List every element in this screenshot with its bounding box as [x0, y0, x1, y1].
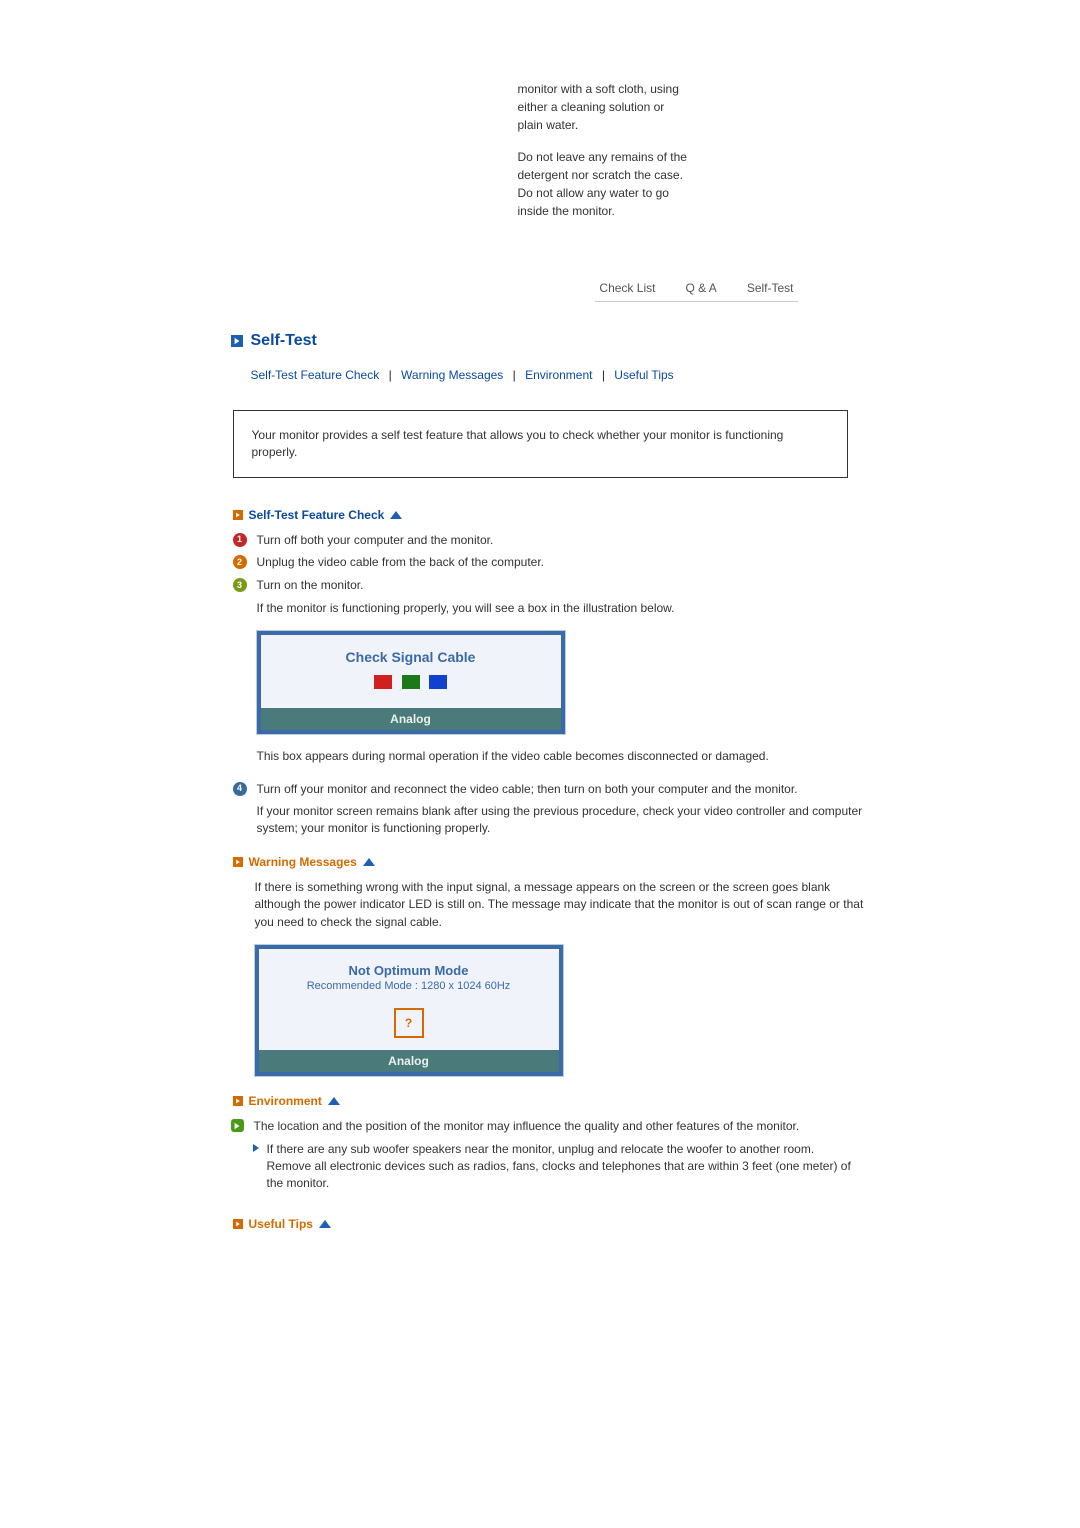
osd-not-optimum-title: Not Optimum Mode [259, 949, 559, 980]
callout-box: Your monitor provides a self test featur… [233, 410, 848, 478]
heading-feature-check-label: Self-Test Feature Check [249, 508, 385, 522]
subnav-qa[interactable]: Q & A [685, 281, 716, 295]
intro-paragraph-1: monitor with a soft cloth, using either … [518, 80, 688, 134]
sub-nav: Check List Q & A Self-Test [595, 275, 797, 302]
environment-sub-line2: Remove all electronic devices such as ra… [267, 1159, 851, 1190]
step-3-text: Turn on the monitor. [257, 577, 364, 594]
subnav-self-test[interactable]: Self-Test [747, 281, 794, 295]
subnav-check-list[interactable]: Check List [599, 281, 655, 295]
link-feature-check[interactable]: Self-Test Feature Check [251, 368, 380, 382]
heading-environment: Environment [233, 1094, 868, 1108]
back-to-top-icon[interactable] [328, 1097, 340, 1105]
osd-blue-square-icon [429, 675, 447, 689]
osd-check-signal-title: Check Signal Cable [261, 635, 561, 675]
step-4-text: Turn off your monitor and reconnect the … [257, 781, 798, 798]
separator: | [507, 368, 522, 382]
environment-sub-line1: If there are any sub woofer speakers nea… [267, 1142, 815, 1156]
info-badge-icon [231, 1119, 244, 1132]
heading-environment-label: Environment [249, 1094, 322, 1108]
bullet-arrow-icon [233, 857, 243, 867]
heading-warning-messages: Warning Messages [233, 855, 868, 869]
bullet-arrow-icon [233, 510, 243, 520]
heading-useful-tips-label: Useful Tips [249, 1217, 313, 1231]
step-badge-1: 1 [233, 533, 247, 547]
heading-warning-messages-label: Warning Messages [249, 855, 357, 869]
link-useful-tips[interactable]: Useful Tips [614, 368, 673, 382]
osd-green-square-icon [402, 675, 420, 689]
osd-rgb-squares [261, 675, 561, 708]
environment-sub-bullet: If there are any sub woofer speakers nea… [267, 1141, 868, 1191]
osd-red-square-icon [374, 675, 392, 689]
step-4-note: If your monitor screen remains blank aft… [233, 803, 868, 837]
section-arrow-icon [231, 335, 243, 347]
osd-not-optimum-footer: Analog [259, 1050, 559, 1072]
osd-check-signal: Check Signal Cable Analog [257, 631, 565, 734]
osd-not-optimum-sub: Recommended Mode : 1280 x 1024 60Hz [259, 980, 559, 1002]
step-2-text: Unplug the video cable from the back of … [257, 554, 545, 571]
intro-paragraph-2: Do not leave any remains of the detergen… [518, 148, 688, 220]
after-osd-note: This box appears during normal operation… [233, 748, 868, 765]
osd-check-signal-footer: Analog [261, 708, 561, 730]
heading-useful-tips: Useful Tips [233, 1217, 868, 1231]
back-to-top-icon[interactable] [363, 858, 375, 866]
section-title: Self-Test [251, 332, 317, 350]
back-to-top-icon[interactable] [390, 511, 402, 519]
warning-paragraph: If there is something wrong with the inp… [231, 879, 868, 931]
step-3-note: If the monitor is functioning properly, … [233, 600, 868, 617]
step-badge-4: 4 [233, 782, 247, 796]
environment-bullet: The location and the position of the mon… [254, 1118, 800, 1135]
triangle-bullet-icon [253, 1144, 259, 1152]
anchor-link-bar: Self-Test Feature Check | Warning Messag… [251, 368, 868, 382]
link-environment[interactable]: Environment [525, 368, 592, 382]
step-badge-3: 3 [233, 578, 247, 592]
link-warning-messages[interactable]: Warning Messages [401, 368, 503, 382]
separator: | [383, 368, 398, 382]
back-to-top-icon[interactable] [319, 1220, 331, 1228]
bullet-arrow-icon [233, 1096, 243, 1106]
step-1-text: Turn off both your computer and the moni… [257, 532, 494, 549]
osd-question-mark-icon: ? [394, 1008, 424, 1038]
step-badge-2: 2 [233, 555, 247, 569]
heading-feature-check: Self-Test Feature Check [233, 508, 868, 522]
osd-not-optimum: Not Optimum Mode Recommended Mode : 1280… [255, 945, 563, 1076]
separator: | [596, 368, 611, 382]
bullet-arrow-icon [233, 1219, 243, 1229]
